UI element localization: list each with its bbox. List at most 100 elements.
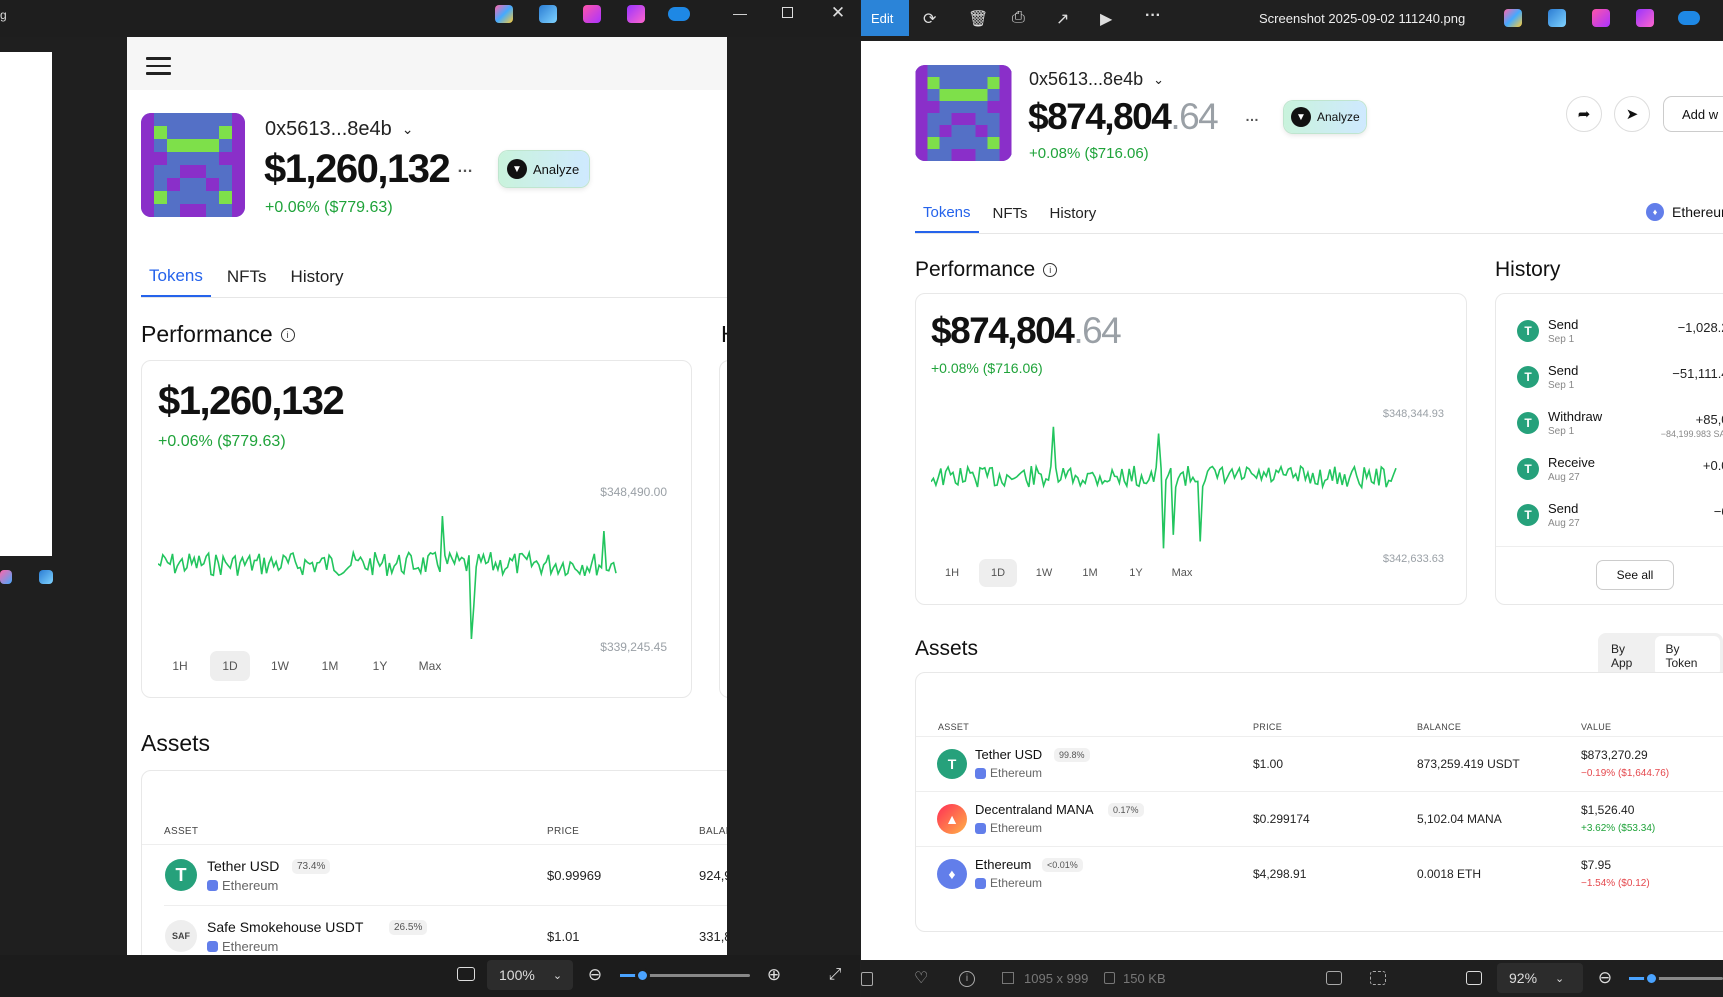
range-1m[interactable]: 1M — [1071, 559, 1109, 587]
mana-icon: ▲ — [937, 804, 967, 834]
favorite-icon[interactable]: ♡ — [914, 968, 928, 988]
network-selector[interactable]: ♦ Ethereum — [1646, 203, 1723, 221]
text-extract-icon[interactable] — [1370, 971, 1386, 985]
range-1w[interactable]: 1W — [260, 651, 300, 681]
analyze-button[interactable]: ▼ Analyze — [1284, 101, 1366, 133]
send-button[interactable]: ➤ — [1614, 96, 1650, 132]
balance-decimals: .64 — [1073, 310, 1121, 351]
designer-icon[interactable] — [1592, 9, 1610, 27]
col-asset: ASSET — [938, 722, 970, 732]
zoom-slider[interactable] — [1629, 971, 1723, 986]
share-button[interactable]: ➦ — [1566, 96, 1602, 132]
designer-icon[interactable] — [583, 5, 601, 23]
see-all-button[interactable]: See all — [1596, 560, 1674, 590]
history-row[interactable]: T Receive Aug 27 +0.006 U — [1496, 452, 1723, 496]
asset-row[interactable]: T Tether USD 99.8% Ethereum $1.00 873,259.419… — [916, 737, 1723, 792]
add-wallet-button[interactable]: Add w — [1663, 96, 1723, 132]
filmstrip-icon[interactable] — [861, 972, 873, 986]
asset-chain: Ethereum — [975, 766, 1042, 780]
tab-nfts[interactable]: NFTs — [985, 193, 1036, 233]
photos-edit-icon[interactable] — [39, 570, 53, 584]
tab-tokens[interactable]: Tokens — [141, 256, 211, 297]
edit-button[interactable]: Edit — [861, 0, 909, 36]
asset-chain: Ethereum — [207, 878, 278, 893]
slideshow-icon[interactable]: ▶ — [1100, 9, 1112, 29]
right-titlebar: Edit ⟳ 🗑 ⎙ ↗ ▶ ··· Screenshot 2025-09-02… — [861, 0, 1723, 41]
onedrive-icon[interactable] — [668, 7, 690, 21]
range-1m[interactable]: 1M — [310, 651, 350, 681]
asset-price: $0.99969 — [547, 868, 602, 883]
history-row[interactable]: T Send Sep 1 −1,028.289 U — [1496, 314, 1723, 358]
share-icon[interactable]: ↗ — [1056, 9, 1069, 29]
info-icon[interactable]: i — [1043, 263, 1058, 277]
info-icon[interactable]: i — [959, 971, 975, 987]
more-icon[interactable]: ··· — [1145, 7, 1161, 25]
history-heading-peek: H — [721, 321, 727, 348]
photos-edit-icon[interactable] — [539, 5, 557, 23]
copilot-icon[interactable] — [0, 570, 12, 584]
copilot-icon[interactable] — [1504, 9, 1522, 27]
zoom-slider-thumb[interactable] — [635, 968, 650, 983]
maximize-icon[interactable] — [782, 7, 793, 18]
tether-icon: T — [937, 749, 967, 779]
fit-screen-icon[interactable] — [457, 967, 475, 981]
range-max[interactable]: Max — [1163, 559, 1201, 587]
asset-name: Tether USD — [207, 858, 280, 874]
zoom-in-icon[interactable]: ⊕ — [764, 963, 784, 987]
performance-card: $1,260,132 +0.06% ($779.63) $348,490.00 … — [141, 360, 692, 698]
range-1d[interactable]: 1D — [210, 651, 250, 681]
tab-history[interactable]: History — [283, 256, 352, 297]
tab-tokens[interactable]: Tokens — [915, 193, 979, 233]
delete-icon[interactable]: 🗑 — [968, 9, 988, 29]
visual-search-icon[interactable] — [1326, 971, 1342, 985]
zoom-select[interactable]: 92% ⌄ — [1497, 963, 1583, 993]
range-1d[interactable]: 1D — [979, 559, 1017, 587]
history-row[interactable]: T Send Sep 1 −51,111.496 U — [1496, 360, 1723, 404]
range-1y[interactable]: 1Y — [360, 651, 400, 681]
zoom-slider-thumb[interactable] — [1644, 971, 1659, 986]
by-token-toggle[interactable]: By Token — [1655, 636, 1720, 676]
fit-screen-icon[interactable] — [1466, 971, 1482, 985]
range-max[interactable]: Max — [410, 651, 450, 681]
range-1h[interactable]: 1H — [933, 559, 971, 587]
asset-share-badge: 0.17% — [1108, 803, 1144, 817]
wallet-address-selector[interactable]: 0x5613...8e4b ⌄ — [1029, 69, 1164, 90]
asset-row[interactable]: ♦ Ethereum <0.01% Ethereum $4,298.91 0.0018 E… — [916, 847, 1723, 902]
zoom-out-icon[interactable]: ⊖ — [585, 963, 605, 987]
asset-price: $0.299174 — [1253, 812, 1310, 826]
zoom-slider[interactable] — [620, 968, 750, 983]
by-app-toggle[interactable]: By App — [1601, 636, 1655, 676]
range-1w[interactable]: 1W — [1025, 559, 1063, 587]
history-row[interactable]: T Send Aug 27 −600 U — [1496, 498, 1723, 542]
asset-row[interactable]: ▲ Decentraland MANA 0.17% Ethereum $0.299174… — [916, 792, 1723, 847]
asset-row-safe-smokehouse[interactable]: SAF Safe Smokehouse USDT 26.5% Ethereum … — [142, 906, 727, 955]
clipchamp-icon[interactable] — [627, 5, 645, 23]
clipchamp-icon[interactable] — [1636, 9, 1654, 27]
zoom-select[interactable]: 100% ⌄ — [487, 960, 573, 990]
menu-icon[interactable] — [146, 57, 171, 75]
zoom-out-icon[interactable]: ⊖ — [1595, 966, 1615, 990]
tab-nfts[interactable]: NFTs — [219, 256, 275, 297]
asset-chain: Ethereum — [975, 821, 1042, 835]
more-options-button[interactable]: … — [1245, 108, 1260, 124]
asset-share-badge: 73.4% — [292, 859, 331, 874]
onedrive-icon[interactable] — [1678, 11, 1700, 25]
more-options-button[interactable]: … — [457, 159, 474, 177]
history-type: Send — [1548, 317, 1579, 332]
range-1y[interactable]: 1Y — [1117, 559, 1155, 587]
photos-edit-icon[interactable] — [1548, 9, 1566, 27]
expand-icon[interactable]: ⤢ — [825, 963, 845, 987]
analyze-button[interactable]: ▼ Analyze — [499, 151, 589, 187]
range-1h[interactable]: 1H — [160, 651, 200, 681]
rotate-icon[interactable]: ⟳ — [923, 9, 936, 29]
info-icon[interactable]: i — [280, 327, 295, 342]
minimize-icon[interactable]: — — [730, 0, 750, 26]
tab-history[interactable]: History — [1042, 193, 1105, 233]
copilot-icon[interactable] — [495, 5, 513, 23]
print-icon[interactable]: ⎙ — [1012, 9, 1025, 27]
history-row[interactable]: T Withdraw Sep 1 +85,000 U −84,199.983 SAFES… — [1496, 406, 1723, 450]
zoom-value: 92% — [1509, 970, 1538, 986]
asset-row-tether[interactable]: T Tether USD 73.4% Ethereum $0.99969 924… — [142, 845, 727, 905]
close-icon[interactable]: ✕ — [828, 0, 848, 26]
wallet-address-selector[interactable]: 0x5613...8e4b ⌄ — [265, 118, 414, 141]
